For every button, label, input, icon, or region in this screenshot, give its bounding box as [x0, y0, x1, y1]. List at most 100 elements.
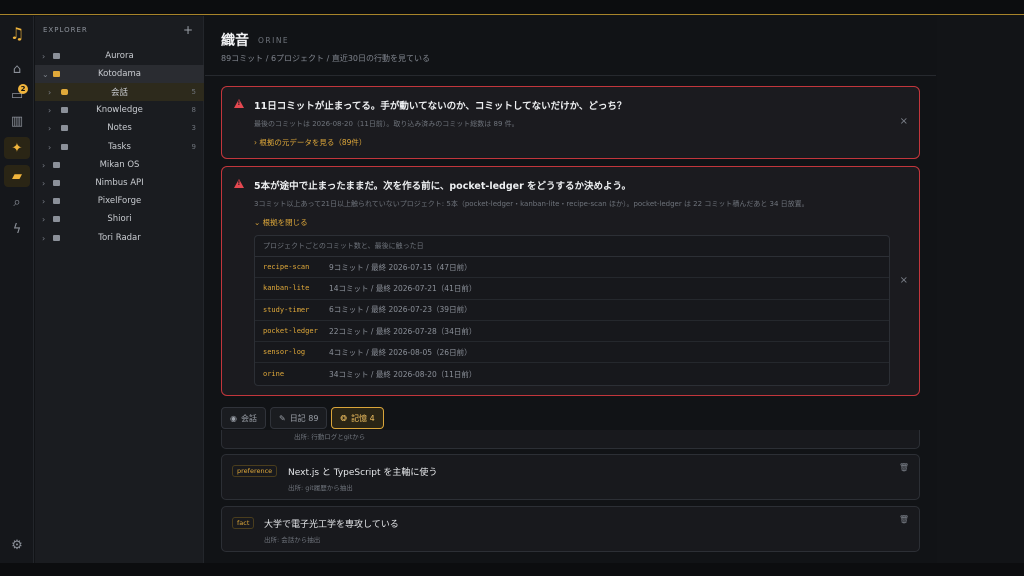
- lightning-icon[interactable]: ϟ: [4, 218, 30, 240]
- trash-icon[interactable]: 🗑: [899, 515, 909, 524]
- tree-item-pixelforge[interactable]: › PixelForge: [35, 192, 204, 210]
- page-subtitle: ORINE: [258, 36, 290, 45]
- hide-evidence-link[interactable]: ⌄ 根拠を閉じる: [254, 217, 308, 228]
- alert-card-stopped-projects: 5本が途中で止まったままだ。次を作る前に、pocket-ledger をどうする…: [221, 166, 920, 396]
- project-stats: 34コミット / 最終 2026-08-20（11日前）: [329, 369, 477, 379]
- add-project-button[interactable]: +: [183, 23, 193, 37]
- memory-source: 出所: 行動ログとgitから: [294, 433, 366, 441]
- warning-icon: [234, 99, 244, 108]
- table-row: sensor-log 4コミット / 最終 2026-08-05（26日前）: [255, 342, 889, 364]
- alert-text: 最後のコミットは 2026-08-20（11日前）。取り込み済みのコミット総数は…: [254, 120, 519, 128]
- tree-item-label: 会話: [110, 88, 128, 98]
- tree-item-label: Aurora: [105, 51, 134, 61]
- alert-text: 3コミット以上あって21日以上触られていないプロジェクト: 5本（pocket-…: [254, 200, 809, 208]
- project-stats: 4コミット / 最終 2026-08-05（26日前）: [329, 347, 472, 357]
- memory-tag: fact: [232, 517, 255, 529]
- content-tabs: ◉ 会話 ✎ 日記 89 ❂ 記憶 4: [221, 407, 384, 429]
- link-label: 根拠を閉じる: [262, 218, 308, 227]
- explorer-panel: EXPLORER + › Aurora ⌄ Kotodama › 会話 5 › …: [35, 16, 204, 563]
- memory-card: preference Next.js と TypeScript を主軸に使う 出…: [221, 454, 920, 500]
- tree-item-nimbus-api[interactable]: › Nimbus API: [35, 174, 204, 192]
- divider: [205, 75, 936, 76]
- app-logo-music-note-icon[interactable]: ♫: [4, 22, 30, 44]
- alert-title: 5本が途中で止まったままだ。次を作る前に、pocket-ledger をどうする…: [254, 181, 631, 192]
- link-label: 根拠の元データを見る（89件）: [259, 138, 367, 147]
- show-evidence-link[interactable]: › 根拠の元データを見る（89件）: [254, 137, 366, 148]
- project-name: pocket-ledger: [263, 327, 318, 336]
- tree-item-label: Notes: [107, 123, 132, 133]
- building-icon[interactable]: ▥: [4, 110, 30, 132]
- inbox-badge: 2: [18, 84, 28, 94]
- tab-diary[interactable]: ✎ 日記 89: [269, 407, 328, 429]
- edit-icon: ✎: [278, 413, 286, 423]
- tree-item-label: Tasks: [108, 142, 131, 152]
- memory-card-partial: 出所: 行動ログとgitから: [221, 430, 920, 449]
- tree-item-label: Tori Radar: [98, 233, 141, 243]
- tree-item-count: 3: [191, 124, 196, 132]
- tree-item-shiori[interactable]: › Shiori: [35, 210, 204, 228]
- tree-item-label: Shiori: [107, 214, 132, 224]
- search-icon[interactable]: ⌕: [4, 191, 30, 213]
- tree-item-label: PixelForge: [97, 196, 142, 206]
- tree-item-kotodama[interactable]: ⌄ Kotodama: [35, 65, 204, 83]
- tree-item-label: Kotodama: [98, 69, 141, 79]
- window-top-bar: [0, 0, 1024, 15]
- tab-conversation[interactable]: ◉ 会話: [221, 407, 266, 429]
- memory-tag: preference: [232, 465, 278, 477]
- page-meta: 89コミット / 6プロジェクト / 直近30日の行動を見ている: [221, 54, 431, 63]
- tab-memory[interactable]: ❂ 記憶 4: [331, 407, 384, 429]
- tree-item-label: Mikan OS: [99, 160, 140, 170]
- project-stats: 9コミット / 最終 2026-07-15（47日前）: [329, 262, 472, 272]
- main-panel: 織音 ORINE 89コミット / 6プロジェクト / 直近30日の行動を見てい…: [205, 16, 936, 563]
- tree-item-mikan-os[interactable]: › Mikan OS: [35, 156, 204, 174]
- tree-item-knowledge[interactable]: › Knowledge 8: [35, 101, 204, 119]
- project-name: kanban-lite: [263, 284, 310, 293]
- warning-icon: [234, 179, 244, 188]
- tab-label: 記憶 4: [351, 413, 375, 423]
- evidence-header: プロジェクトごとのコミット数と、最後に触った日: [255, 236, 889, 257]
- memory-text: 大学で電子光工学を専攻している: [264, 520, 399, 530]
- gear-icon[interactable]: ⚙: [4, 534, 30, 556]
- project-name: recipe-scan: [263, 263, 310, 272]
- alert-card-stalled-commits: 11日コミットが止まってる。手が動いてないのか、コミットしてないだけか、どっち？…: [221, 86, 920, 159]
- table-row: recipe-scan 9コミット / 最終 2026-07-15（47日前）: [255, 257, 889, 279]
- table-row: study-timer 6コミット / 最終 2026-07-23（39日前）: [255, 300, 889, 321]
- tree-item-count: 9: [191, 143, 196, 151]
- project-stats: 14コミット / 最終 2026-07-21（41日前）: [329, 283, 477, 293]
- tree-item-kaiwa[interactable]: › 会話 5: [35, 83, 204, 101]
- tree-item-label: Knowledge: [96, 105, 143, 115]
- folder-icon[interactable]: ▰: [4, 165, 30, 187]
- trash-icon[interactable]: 🗑: [899, 463, 909, 472]
- tree-item-count: 5: [191, 88, 196, 96]
- inbox-icon[interactable]: ▭ 2: [4, 84, 30, 106]
- sparkle-icon[interactable]: ✦: [4, 137, 30, 159]
- home-icon[interactable]: ⌂: [4, 58, 30, 80]
- close-icon[interactable]: ×: [900, 116, 908, 127]
- table-row: orine 34コミット / 最終 2026-08-20（11日前）: [255, 363, 889, 384]
- table-row: kanban-lite 14コミット / 最終 2026-07-21（41日前）: [255, 278, 889, 300]
- table-row: pocket-ledger 22コミット / 最終 2026-07-28（34日…: [255, 321, 889, 343]
- project-name: study-timer: [263, 305, 310, 314]
- window-bottom-bar: [0, 563, 1024, 576]
- memory-source: 出所: git履歴から抽出: [288, 484, 353, 492]
- tree-item-notes[interactable]: › Notes 3: [35, 119, 204, 137]
- chat-bubble-icon: ◉: [230, 413, 237, 423]
- right-margin: [937, 16, 1024, 563]
- close-icon[interactable]: ×: [900, 275, 908, 286]
- brain-icon: ❂: [340, 413, 348, 423]
- tab-label: 会話: [240, 413, 257, 423]
- evidence-table: プロジェクトごとのコミット数と、最後に触った日 recipe-scan 9コミッ…: [254, 235, 890, 386]
- activity-rail: ♫ ⌂ ▭ 2 ▥ ✦ ▰ ⌕ ϟ ⚙: [0, 16, 34, 563]
- tree-item-tasks[interactable]: › Tasks 9: [35, 138, 204, 156]
- tree-item-label: Nimbus API: [95, 178, 144, 188]
- project-stats: 22コミット / 最終 2026-07-28（34日前）: [329, 326, 477, 336]
- tab-label: 日記 89: [289, 413, 319, 423]
- tree-item-count: 8: [191, 106, 196, 114]
- project-name: orine: [263, 370, 285, 379]
- tree-item-tori-radar[interactable]: › Tori Radar: [35, 229, 204, 247]
- project-stats: 6コミット / 最終 2026-07-23（39日前）: [329, 305, 472, 315]
- memory-card: fact 大学で電子光工学を専攻している 出所: 会話から抽出 🗑: [221, 506, 920, 552]
- alert-title: 11日コミットが止まってる。手が動いてないのか、コミットしてないだけか、どっち？: [254, 101, 627, 112]
- tree-item-aurora[interactable]: › Aurora: [35, 47, 204, 65]
- page-title: 織音: [221, 33, 249, 49]
